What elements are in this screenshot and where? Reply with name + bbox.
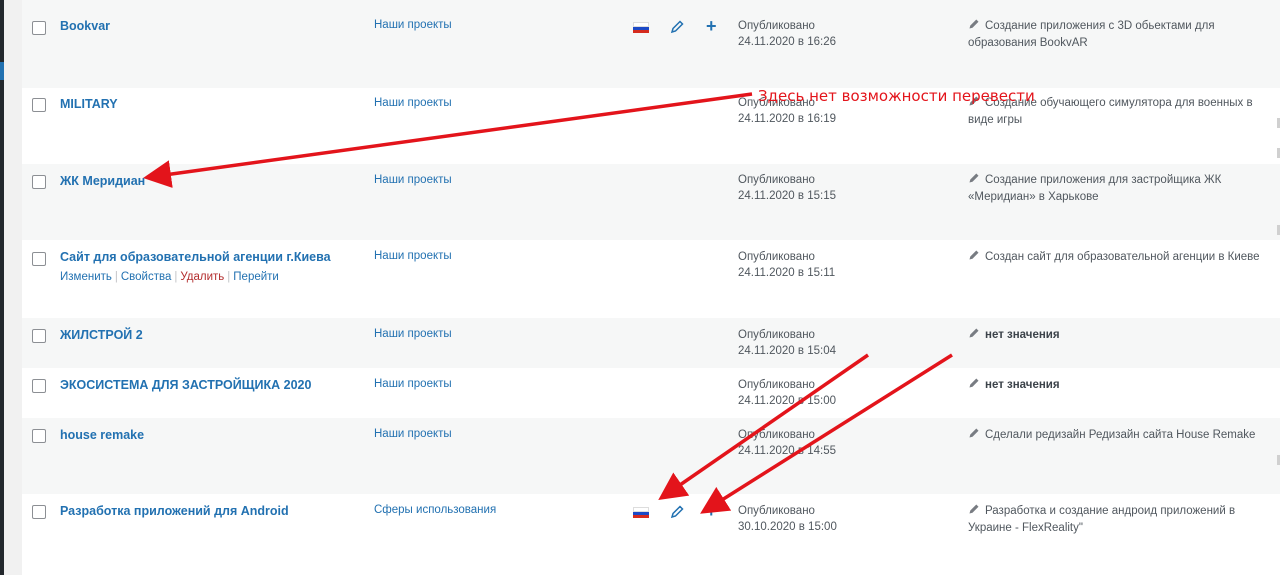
post-description: Создание приложения с 3D обьектами для об… xyxy=(968,19,1215,49)
post-title-link[interactable]: Bookvar xyxy=(60,19,110,33)
post-title-link[interactable]: Разработка приложений для Android xyxy=(60,504,289,518)
post-status: Опубликовано 24.11.2020 в 14:55 xyxy=(738,427,836,459)
delete-link[interactable]: Удалить xyxy=(180,271,224,283)
post-title-link[interactable]: house remake xyxy=(60,428,144,442)
category-link[interactable]: Наши проекты xyxy=(374,97,452,109)
posts-table: Bookvar Наши проекты + Опубликовано 24.11… xyxy=(22,0,1280,575)
table-row: MILITARY Наши проекты Опубликовано 24.11.… xyxy=(22,88,1280,164)
status-label: Опубликовано xyxy=(738,174,815,186)
pencil-icon xyxy=(969,173,979,183)
view-link[interactable]: Перейти xyxy=(233,271,279,283)
pencil-icon[interactable] xyxy=(670,20,684,34)
post-date: 24.11.2020 в 15:00 xyxy=(738,395,836,407)
category-link[interactable]: Наши проекты xyxy=(374,174,452,186)
pencil-icon xyxy=(969,328,979,338)
status-label: Опубликовано xyxy=(738,20,815,32)
status-label: Опубликовано xyxy=(738,329,815,341)
post-title-link[interactable]: ЖК Меридиан xyxy=(60,174,145,188)
post-title-link[interactable]: ЭКОСИСТЕМА ДЛЯ ЗАСТРОЙЩИКА 2020 xyxy=(60,378,311,392)
row-checkbox[interactable] xyxy=(32,329,46,343)
category-link[interactable]: Сферы использования xyxy=(374,504,496,516)
post-description: Разработка и создание андроид приложений… xyxy=(968,504,1236,534)
plus-icon[interactable]: + xyxy=(706,17,717,35)
row-checkbox[interactable] xyxy=(32,379,46,393)
edit-link[interactable]: Изменить xyxy=(60,271,112,283)
table-row: Разработка приложений для Android Сферы … xyxy=(22,494,1280,575)
post-description: нет значения xyxy=(968,377,1268,394)
table-row: ЖИЛСТРОЙ 2 Наши проекты Опубликовано 24.1… xyxy=(22,318,1280,368)
separator: | xyxy=(174,271,178,283)
row-actions: Изменить | Свойства | Удалить | Перейти xyxy=(60,271,279,283)
status-label: Опубликовано xyxy=(738,505,815,517)
post-status: Опубликовано 24.11.2020 в 16:26 xyxy=(738,18,836,50)
quick-edit-link[interactable]: Свойства xyxy=(121,271,172,283)
row-checkbox[interactable] xyxy=(32,252,46,266)
post-date: 24.11.2020 в 15:04 xyxy=(738,345,836,357)
post-title-link[interactable]: MILITARY xyxy=(60,97,118,111)
status-label: Опубликовано xyxy=(738,429,815,441)
pencil-icon xyxy=(969,378,979,388)
post-date: 24.11.2020 в 16:26 xyxy=(738,36,836,48)
status-label: Опубликовано xyxy=(738,251,815,263)
row-checkbox[interactable] xyxy=(32,429,46,443)
category-link[interactable]: Наши проекты xyxy=(374,378,452,390)
post-status: Опубликовано 30.10.2020 в 15:00 xyxy=(738,503,837,535)
post-description: Сделали редизайн Редизайн сайта House Re… xyxy=(968,427,1268,444)
row-checkbox[interactable] xyxy=(32,505,46,519)
table-row: Bookvar Наши проекты + Опубликовано 24.11… xyxy=(22,0,1280,88)
table-row: ЖК Меридиан Наши проекты Опубликовано 24.… xyxy=(22,164,1280,240)
pencil-icon xyxy=(969,19,979,29)
category-link[interactable]: Наши проекты xyxy=(374,428,452,440)
flag-ru-icon[interactable] xyxy=(633,22,649,33)
post-date: 24.11.2020 в 15:15 xyxy=(738,190,836,202)
row-checkbox[interactable] xyxy=(32,175,46,189)
status-label: Опубликовано xyxy=(738,379,815,391)
separator: | xyxy=(227,271,231,283)
table-row: house remake Наши проекты Опубликовано 24… xyxy=(22,418,1280,494)
post-description: нет значения xyxy=(968,327,1268,344)
post-status: Опубликовано 24.11.2020 в 15:00 xyxy=(738,377,836,409)
post-date: 30.10.2020 в 15:00 xyxy=(738,521,837,533)
row-checkbox[interactable] xyxy=(32,21,46,35)
table-row: Сайт для образовательной агенции г.Киева… xyxy=(22,240,1280,318)
row-checkbox[interactable] xyxy=(32,98,46,112)
post-description: Создание приложения для застройщика ЖК «М… xyxy=(968,173,1222,203)
flag-ru-icon[interactable] xyxy=(633,507,649,518)
category-link[interactable]: Наши проекты xyxy=(374,328,452,340)
pencil-icon xyxy=(969,504,979,514)
admin-sidebar-edge xyxy=(0,0,22,575)
post-date: 24.11.2020 в 16:19 xyxy=(738,113,836,125)
post-date: 24.11.2020 в 14:55 xyxy=(738,445,836,457)
menu-collapse-handle[interactable] xyxy=(0,62,4,80)
category-link[interactable]: Наши проекты xyxy=(374,19,452,31)
post-description: Создан сайт для образовательной агенции … xyxy=(968,249,1268,266)
post-status: Опубликовано 24.11.2020 в 15:11 xyxy=(738,249,835,281)
post-title-link[interactable]: ЖИЛСТРОЙ 2 xyxy=(60,328,143,342)
plus-icon[interactable]: + xyxy=(706,502,717,520)
post-status: Опубликовано 24.11.2020 в 15:15 xyxy=(738,172,836,204)
separator: | xyxy=(114,271,118,283)
annotation-text: Здесь нет возможности перевести xyxy=(758,87,1035,105)
post-date: 24.11.2020 в 15:11 xyxy=(738,267,836,279)
admin-menu-strip xyxy=(0,0,4,575)
category-link[interactable]: Наши проекты xyxy=(374,250,452,262)
post-title-link[interactable]: Сайт для образовательной агенции г.Киева xyxy=(60,250,331,264)
post-status: Опубликовано 24.11.2020 в 15:04 xyxy=(738,327,836,359)
pencil-icon[interactable] xyxy=(670,505,684,519)
pencil-icon xyxy=(969,428,979,438)
table-row: ЭКОСИСТЕМА ДЛЯ ЗАСТРОЙЩИКА 2020 Наши про… xyxy=(22,368,1280,418)
pencil-icon xyxy=(969,250,979,260)
